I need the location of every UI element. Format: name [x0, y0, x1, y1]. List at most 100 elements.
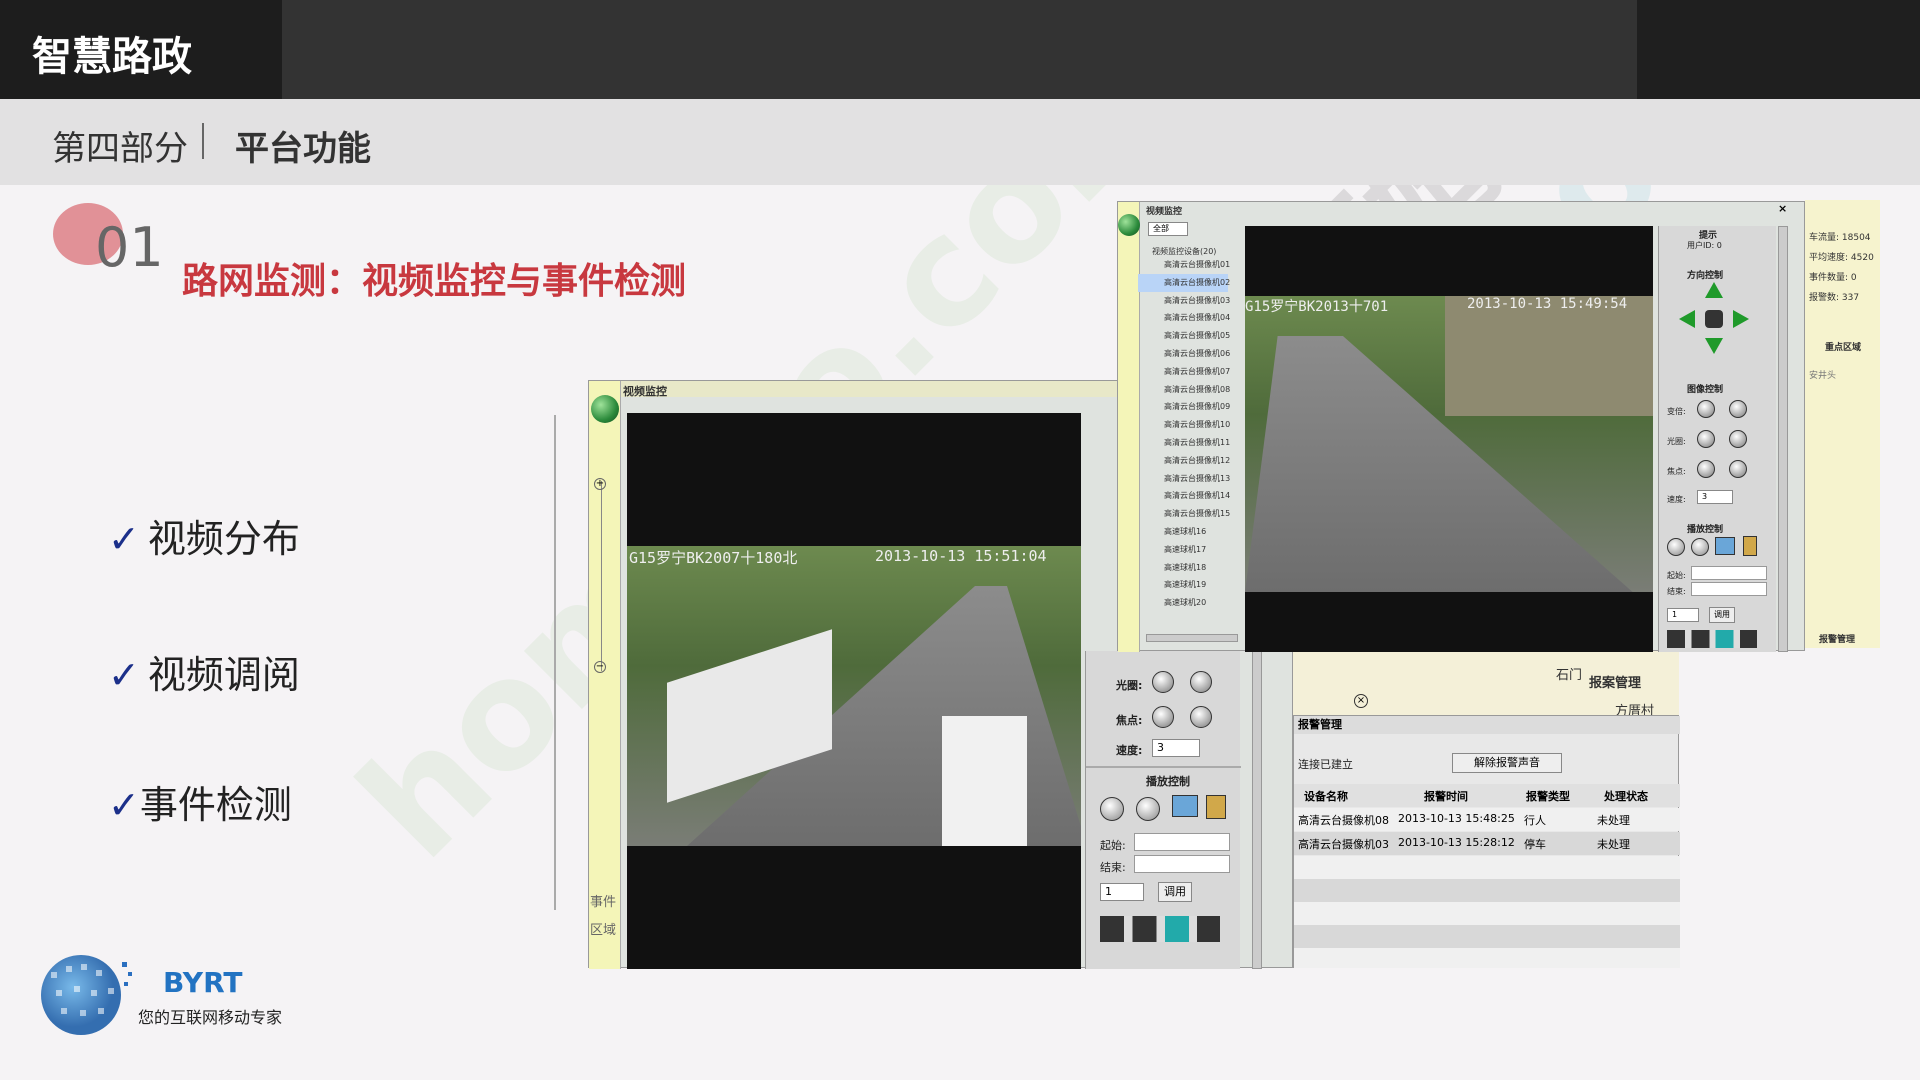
play-icon[interactable] — [1667, 538, 1685, 556]
zoom-slider[interactable] — [601, 481, 607, 671]
aperture-open-knob[interactable] — [1697, 430, 1715, 448]
osd-location-left: G15罗宁BK2007十180北 — [629, 549, 798, 567]
cell-device: 高清云台摄像机03 — [1298, 838, 1389, 851]
bullet-label: 视频调阅 — [147, 653, 300, 697]
arrow-up-icon[interactable] — [1705, 282, 1723, 298]
playback-divider — [1086, 766, 1241, 768]
map-area[interactable]: 石门 报案管理 方厝村 — [1293, 650, 1679, 719]
section-bar: 第四部分 平台功能 — [0, 99, 1920, 185]
exit-icon[interactable] — [1743, 536, 1757, 556]
globe-icon — [591, 395, 619, 423]
device-tree[interactable]: 高清云台摄像机01 高清云台摄像机02 高清云台摄像机03 高清云台摄像机04 … — [1138, 256, 1230, 612]
check-icon: ✓ — [108, 517, 140, 561]
label-alarm-management[interactable]: 报警管理 — [1819, 632, 1855, 645]
map-label-shimen: 石门 — [1556, 668, 1583, 683]
arrow-right-icon[interactable] — [1733, 310, 1749, 328]
list-item[interactable]: 高清云台摄像机08 — [1138, 381, 1230, 399]
end-time-input[interactable] — [1134, 855, 1230, 873]
top-bar-right-block — [1637, 0, 1920, 99]
table-header-row: 设备名称 报警时间 报警类型 处理状态 — [1294, 784, 1680, 807]
fetch-button[interactable]: 调用 — [1709, 607, 1735, 623]
table-row[interactable]: 高清云台摄像机03 2013-10-13 15:28:12 停车 未处理 — [1294, 832, 1680, 855]
list-item[interactable]: 高清云台摄像机03 — [1138, 292, 1230, 310]
focus-label: 焦点: — [1116, 714, 1143, 727]
list-item[interactable]: 高清云台摄像机13 — [1138, 470, 1230, 488]
arrow-down-icon[interactable] — [1705, 338, 1723, 354]
stop-icon[interactable] — [1136, 797, 1160, 821]
focus-near-knob[interactable] — [1152, 706, 1174, 728]
video-monitor-window-right: 视频监控 × 全部 视频监控设备(20) 高清云台摄像机01 高清云台摄像机02… — [1117, 201, 1805, 652]
list-item[interactable]: 高清云台摄像机05 — [1138, 327, 1230, 345]
bullet-video-distribution: ✓ 视频分布 — [108, 508, 300, 563]
speed-select[interactable]: 3 — [1152, 739, 1200, 757]
list-item[interactable]: 高速球机20 — [1138, 594, 1228, 612]
label-key-area[interactable]: 重点区域 — [1825, 340, 1861, 353]
end-time-input[interactable] — [1691, 582, 1767, 596]
clear-alarm-sound-button[interactable]: 解除报警声音 — [1452, 753, 1562, 773]
brand-block: 智慧路政 — [0, 0, 282, 99]
table-row[interactable]: 高清云台摄像机08 2013-10-13 15:48:25 行人 未处理 — [1294, 808, 1680, 831]
list-item[interactable]: 高清云台摄像机12 — [1138, 452, 1230, 470]
stop-icon[interactable] — [1691, 538, 1709, 556]
device-filter-select[interactable]: 全部 — [1148, 222, 1188, 236]
speed-label: 速度: — [1667, 495, 1686, 504]
speed-select[interactable]: 3 — [1697, 490, 1733, 504]
start-time-input[interactable] — [1134, 833, 1230, 851]
focus-near-knob[interactable] — [1697, 460, 1715, 478]
close-icon[interactable]: × — [1354, 694, 1368, 708]
aperture-close-knob[interactable] — [1729, 430, 1747, 448]
window-close-icon[interactable]: × — [1778, 202, 1787, 215]
list-item[interactable]: 高清云台摄像机06 — [1138, 345, 1230, 363]
zoom-out-knob[interactable] — [1729, 400, 1747, 418]
aperture-open-knob[interactable] — [1152, 671, 1174, 693]
fetch-button[interactable]: 调用 — [1158, 882, 1192, 902]
zoom-out-icon[interactable]: − — [594, 661, 606, 673]
page-select[interactable]: 1 — [1667, 608, 1699, 622]
aperture-close-knob[interactable] — [1190, 671, 1212, 693]
play-icon[interactable] — [1100, 797, 1124, 821]
page-select[interactable]: 1 — [1100, 883, 1144, 901]
playback-label: 播放控制 — [1687, 525, 1724, 535]
col-time: 报警时间 — [1424, 790, 1468, 803]
cell-type: 行人 — [1524, 814, 1546, 827]
list-item[interactable]: 高清云台摄像机07 — [1138, 363, 1230, 381]
video-frame — [627, 546, 1081, 846]
aperture-label: 光圈: — [1667, 437, 1686, 446]
start-time-input[interactable] — [1691, 566, 1767, 580]
list-item[interactable]: 高清云台摄像机11 — [1138, 434, 1230, 452]
list-item[interactable]: 高清云台摄像机15 — [1138, 505, 1230, 523]
bullet-label: 事件检测 — [139, 783, 292, 827]
camera-center-icon[interactable] — [1705, 310, 1723, 328]
osd-time-left: 2013-10-13 15:51:04 — [875, 547, 1047, 565]
list-item[interactable]: 高速球机19 — [1138, 576, 1228, 594]
logo-name: BYRT — [163, 966, 243, 999]
list-item[interactable]: 高清云台摄像机04 — [1138, 309, 1230, 327]
list-item[interactable]: 高清云台摄像机14 — [1138, 487, 1230, 505]
focus-far-knob[interactable] — [1190, 706, 1212, 728]
monitor-icon[interactable] — [1172, 795, 1198, 817]
focus-far-knob[interactable] — [1729, 460, 1747, 478]
video-player-left[interactable]: G15罗宁BK2007十180北 2013-10-13 15:51:04 — [627, 413, 1081, 969]
end-label: 结束: — [1667, 587, 1686, 596]
brand-title: 智慧路政 — [32, 34, 192, 80]
arrow-left-icon[interactable] — [1679, 310, 1695, 328]
list-item[interactable]: 高速球机18 — [1138, 559, 1228, 577]
exit-icon[interactable] — [1206, 795, 1226, 819]
direction-label: 方向控制 — [1687, 271, 1724, 281]
scrollbar-left[interactable] — [1252, 651, 1262, 969]
zoom-in-icon[interactable]: + — [594, 478, 606, 490]
list-item[interactable]: 高清云台摄像机01 — [1138, 256, 1230, 274]
speed-label: 速度: — [1116, 744, 1143, 757]
tree-scrollbar[interactable] — [1146, 634, 1238, 642]
list-item[interactable]: 高清云台摄像机10 — [1138, 416, 1230, 434]
list-item[interactable]: 高清云台摄像机09 — [1138, 398, 1230, 416]
video-player-right[interactable]: G15罗宁BK2013十701 2013-10-13 15:49:54 — [1245, 226, 1653, 652]
list-item[interactable]: 高清云台摄像机02 — [1138, 273, 1230, 292]
start-label: 起始: — [1667, 571, 1686, 580]
scrollbar-right[interactable] — [1778, 226, 1788, 652]
toolbar-icons — [1667, 630, 1757, 648]
monitor-icon[interactable] — [1715, 537, 1735, 555]
list-item[interactable]: 高速球机16 — [1138, 523, 1228, 541]
list-item[interactable]: 高速球机17 — [1138, 541, 1228, 559]
zoom-in-knob[interactable] — [1697, 400, 1715, 418]
